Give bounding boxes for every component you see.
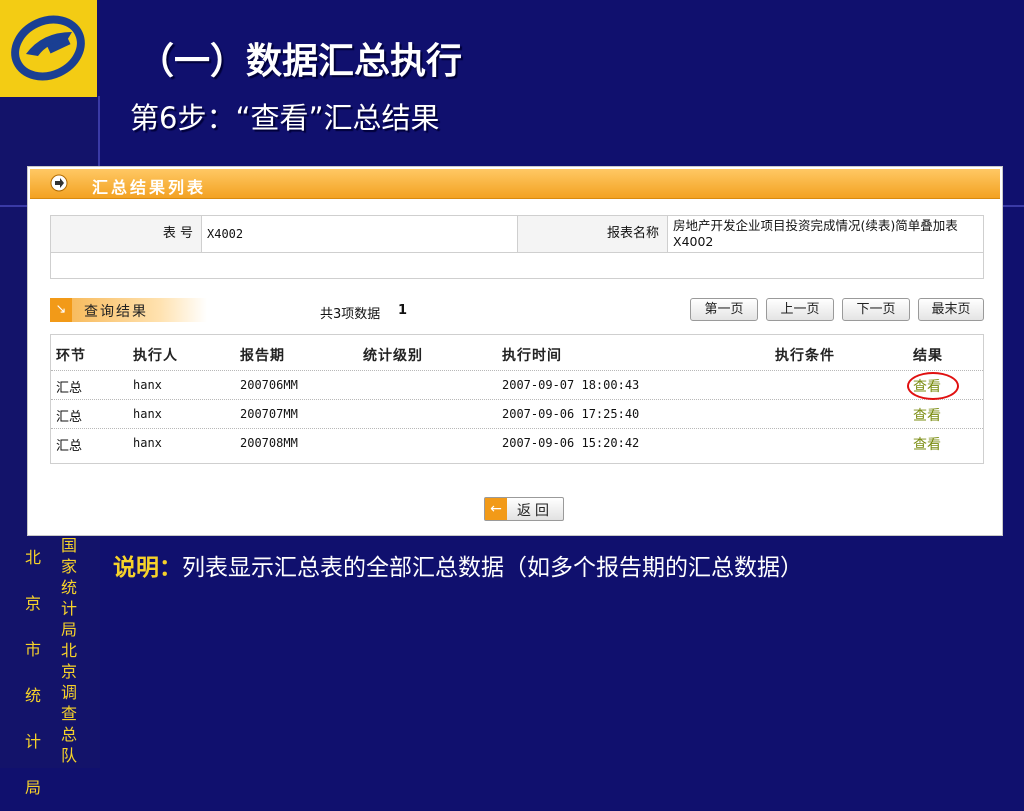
cell-stage: 汇总	[56, 439, 83, 454]
query-arrow-icon: ↘	[50, 298, 72, 322]
org-column-right: 国家统计局北京调查总队	[60, 536, 77, 765]
back-button-label: 返回	[517, 503, 553, 519]
table-name-label: 报表名称	[606, 226, 659, 241]
page-number: 1	[398, 303, 408, 318]
report-info-table: 表 号 X4002 报表名称 房地产开发企业项目投资完成情况(续表)简单叠加表X…	[50, 215, 984, 279]
note-text: 列表显示汇总表的全部汇总数据（如多个报告期的汇总数据）	[182, 555, 803, 581]
col-header-time: 执行时间	[502, 348, 562, 364]
cell-executor: hanx	[133, 407, 162, 421]
prev-page-button[interactable]: 上一页	[766, 298, 834, 321]
view-result-link[interactable]: 查看	[913, 405, 941, 425]
panel-title: 汇总结果列表	[92, 178, 207, 197]
cell-executor: hanx	[133, 436, 162, 450]
highlight-circle	[907, 372, 959, 400]
cell-time: 2007-09-07 18:00:43	[502, 378, 640, 392]
table-no-value: X4002	[207, 227, 244, 241]
col-header-period: 报告期	[240, 348, 285, 364]
cell-time: 2007-09-06 15:20:42	[502, 436, 640, 450]
cell-executor: hanx	[133, 378, 162, 392]
view-result-link[interactable]: 查看	[913, 434, 941, 454]
summary-result-panel: 汇总结果列表 表 号 X4002 报表名称 房地产开发企业项目投资完成情况(续表…	[27, 166, 1003, 536]
col-header-result: 结果	[913, 348, 943, 364]
arrow-right-icon	[50, 174, 68, 192]
record-count-text: 共3项数据	[320, 307, 381, 322]
col-header-stage: 环节	[56, 348, 86, 364]
back-button[interactable]: ← 返回	[484, 497, 564, 521]
table-name-label-cell: 报表名称	[517, 216, 667, 252]
query-result-title: 查询结果	[84, 304, 148, 320]
slide-subtitle: 第6步：“查看”汇总结果	[130, 101, 440, 135]
cell-stage: 汇总	[56, 410, 83, 425]
table-no-value-cell: X4002	[201, 216, 517, 252]
back-arrow-icon: ←	[485, 498, 507, 520]
info-divider	[51, 252, 983, 253]
info-divider	[667, 216, 668, 252]
cell-time: 2007-09-06 17:25:40	[502, 407, 640, 421]
result-table: 环节 执行人 报告期 统计级别 执行时间 执行条件 结果 汇总 hanx 200…	[50, 334, 984, 464]
table-no-label-cell: 表 号	[51, 216, 201, 252]
top-rule-right	[1003, 205, 1024, 207]
vertical-org-text: 国家统计局北京调查总队 北京市统计局	[24, 535, 94, 797]
table-name-value-cell: 房地产开发企业项目投资完成情况(续表)简单叠加表X4002	[667, 216, 983, 252]
logo-icon	[11, 15, 85, 81]
last-page-button[interactable]: 最末页	[918, 298, 984, 321]
top-rule	[0, 205, 30, 207]
panel-header: 汇总结果列表	[30, 169, 1000, 199]
cell-stage: 汇总	[56, 381, 83, 396]
info-divider	[201, 216, 202, 252]
table-name-value: 房地产开发企业项目投资完成情况(续表)简单叠加表X4002	[673, 218, 958, 249]
col-header-executor: 执行人	[133, 348, 178, 364]
row-divider	[51, 428, 983, 429]
cell-period: 200708MM	[240, 436, 298, 450]
row-divider	[51, 370, 983, 371]
org-column-left: 北京市统计局	[24, 548, 41, 797]
query-result-bar: ↘ 查询结果	[50, 298, 207, 322]
next-page-button[interactable]: 下一页	[842, 298, 910, 321]
logo	[0, 0, 97, 97]
row-divider	[51, 399, 983, 400]
slide-title: （一）数据汇总执行	[138, 41, 463, 82]
col-header-condition: 执行条件	[775, 348, 835, 364]
info-divider	[517, 216, 518, 252]
cell-period: 200706MM	[240, 378, 298, 392]
table-no-label: 表 号	[162, 226, 193, 241]
note-label: 说明：	[113, 555, 182, 581]
note: 说明：列表显示汇总表的全部汇总数据（如多个报告期的汇总数据）	[113, 548, 803, 582]
cell-period: 200707MM	[240, 407, 298, 421]
col-header-level: 统计级别	[363, 348, 423, 364]
first-page-button[interactable]: 第一页	[690, 298, 758, 321]
